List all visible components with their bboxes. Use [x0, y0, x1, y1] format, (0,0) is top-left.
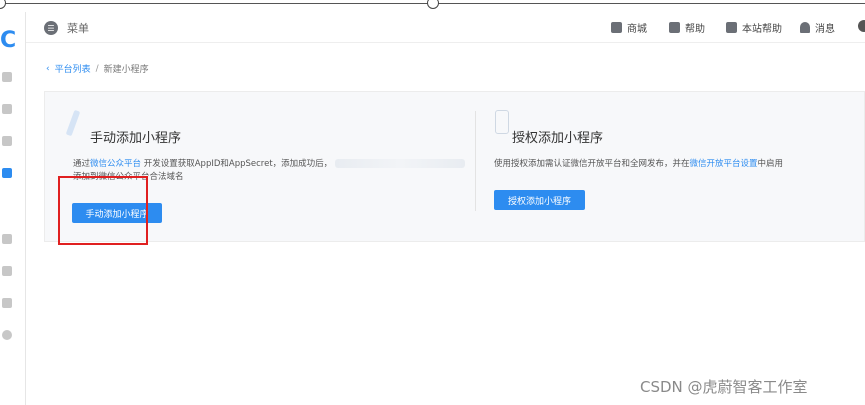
top-bar: ☰ 菜单 商城 帮助 本站帮助 消息 — [26, 12, 865, 43]
manual-card-title: 手动添加小程序 — [90, 131, 182, 146]
site-help-icon — [726, 22, 737, 33]
phone-icon — [495, 110, 509, 134]
breadcrumb-platform-list[interactable]: 平台列表 — [55, 62, 91, 75]
logo-icon: C — [0, 28, 17, 53]
manual-desc-prefix: 通过 — [73, 159, 91, 169]
auth-card-description: 使用授权添加需认证微信开放平台和全网发布，并在微信开放平台设置中启用 — [494, 158, 854, 171]
auth-desc-suffix: 中启用 — [757, 159, 784, 169]
breadcrumb: ‹ 平台列表 / 新建小程序 — [46, 62, 149, 76]
auth-desc-prefix: 使用授权添加需认证微信开放平台和全网发布，并在 — [494, 159, 690, 169]
resize-handle-top-center[interactable] — [427, 0, 439, 9]
menu-icon: ☰ — [44, 21, 58, 35]
help-icon — [669, 22, 680, 33]
annotation-highlight-box — [58, 176, 148, 245]
messages-link[interactable]: 消息 — [800, 20, 835, 35]
menu-label: 菜单 — [67, 22, 89, 35]
watermark: CSDN @虎蔚智客工作室 — [640, 378, 808, 396]
apps-icon[interactable] — [2, 104, 12, 114]
panel-divider — [475, 111, 476, 211]
breadcrumb-separator: / — [95, 63, 99, 74]
box-icon[interactable] — [2, 136, 12, 146]
manual-desc-middle: 开发设置获取AppID和AppSecret，添加成功后， — [143, 159, 333, 169]
home-icon[interactable] — [2, 72, 12, 82]
wechat-open-platform-link[interactable]: 微信开放平台设置 — [690, 159, 758, 169]
wechat-mp-link[interactable]: 微信公众平台 — [90, 159, 141, 169]
messages-label: 消息 — [815, 24, 835, 35]
left-sidebar: C — [0, 12, 26, 405]
site-help-label: 本站帮助 — [742, 24, 782, 35]
bell-icon — [800, 22, 810, 33]
breadcrumb-current: 新建小程序 — [103, 65, 149, 75]
monitor-icon[interactable] — [2, 298, 12, 308]
avatar[interactable] — [858, 20, 865, 32]
auth-card-title: 授权添加小程序 — [512, 131, 604, 146]
resize-handle-top-left[interactable] — [0, 0, 6, 9]
user-icon[interactable] — [2, 234, 12, 244]
redacted-text — [334, 159, 465, 168]
store-link[interactable]: 商城 — [611, 20, 647, 35]
chevron-left-icon[interactable]: ‹ — [46, 64, 50, 74]
help-link[interactable]: 帮助 — [669, 20, 705, 35]
menu-button[interactable]: ☰ 菜单 — [44, 20, 89, 36]
miniprogram-icon[interactable] — [2, 168, 12, 178]
auth-add-button[interactable]: 授权添加小程序 — [494, 190, 585, 210]
store-icon — [611, 22, 622, 33]
lock-icon[interactable] — [2, 266, 12, 276]
help-label: 帮助 — [685, 24, 705, 35]
store-label: 商城 — [627, 24, 647, 35]
site-help-link[interactable]: 本站帮助 — [726, 20, 782, 35]
globe-icon[interactable] — [2, 330, 12, 340]
